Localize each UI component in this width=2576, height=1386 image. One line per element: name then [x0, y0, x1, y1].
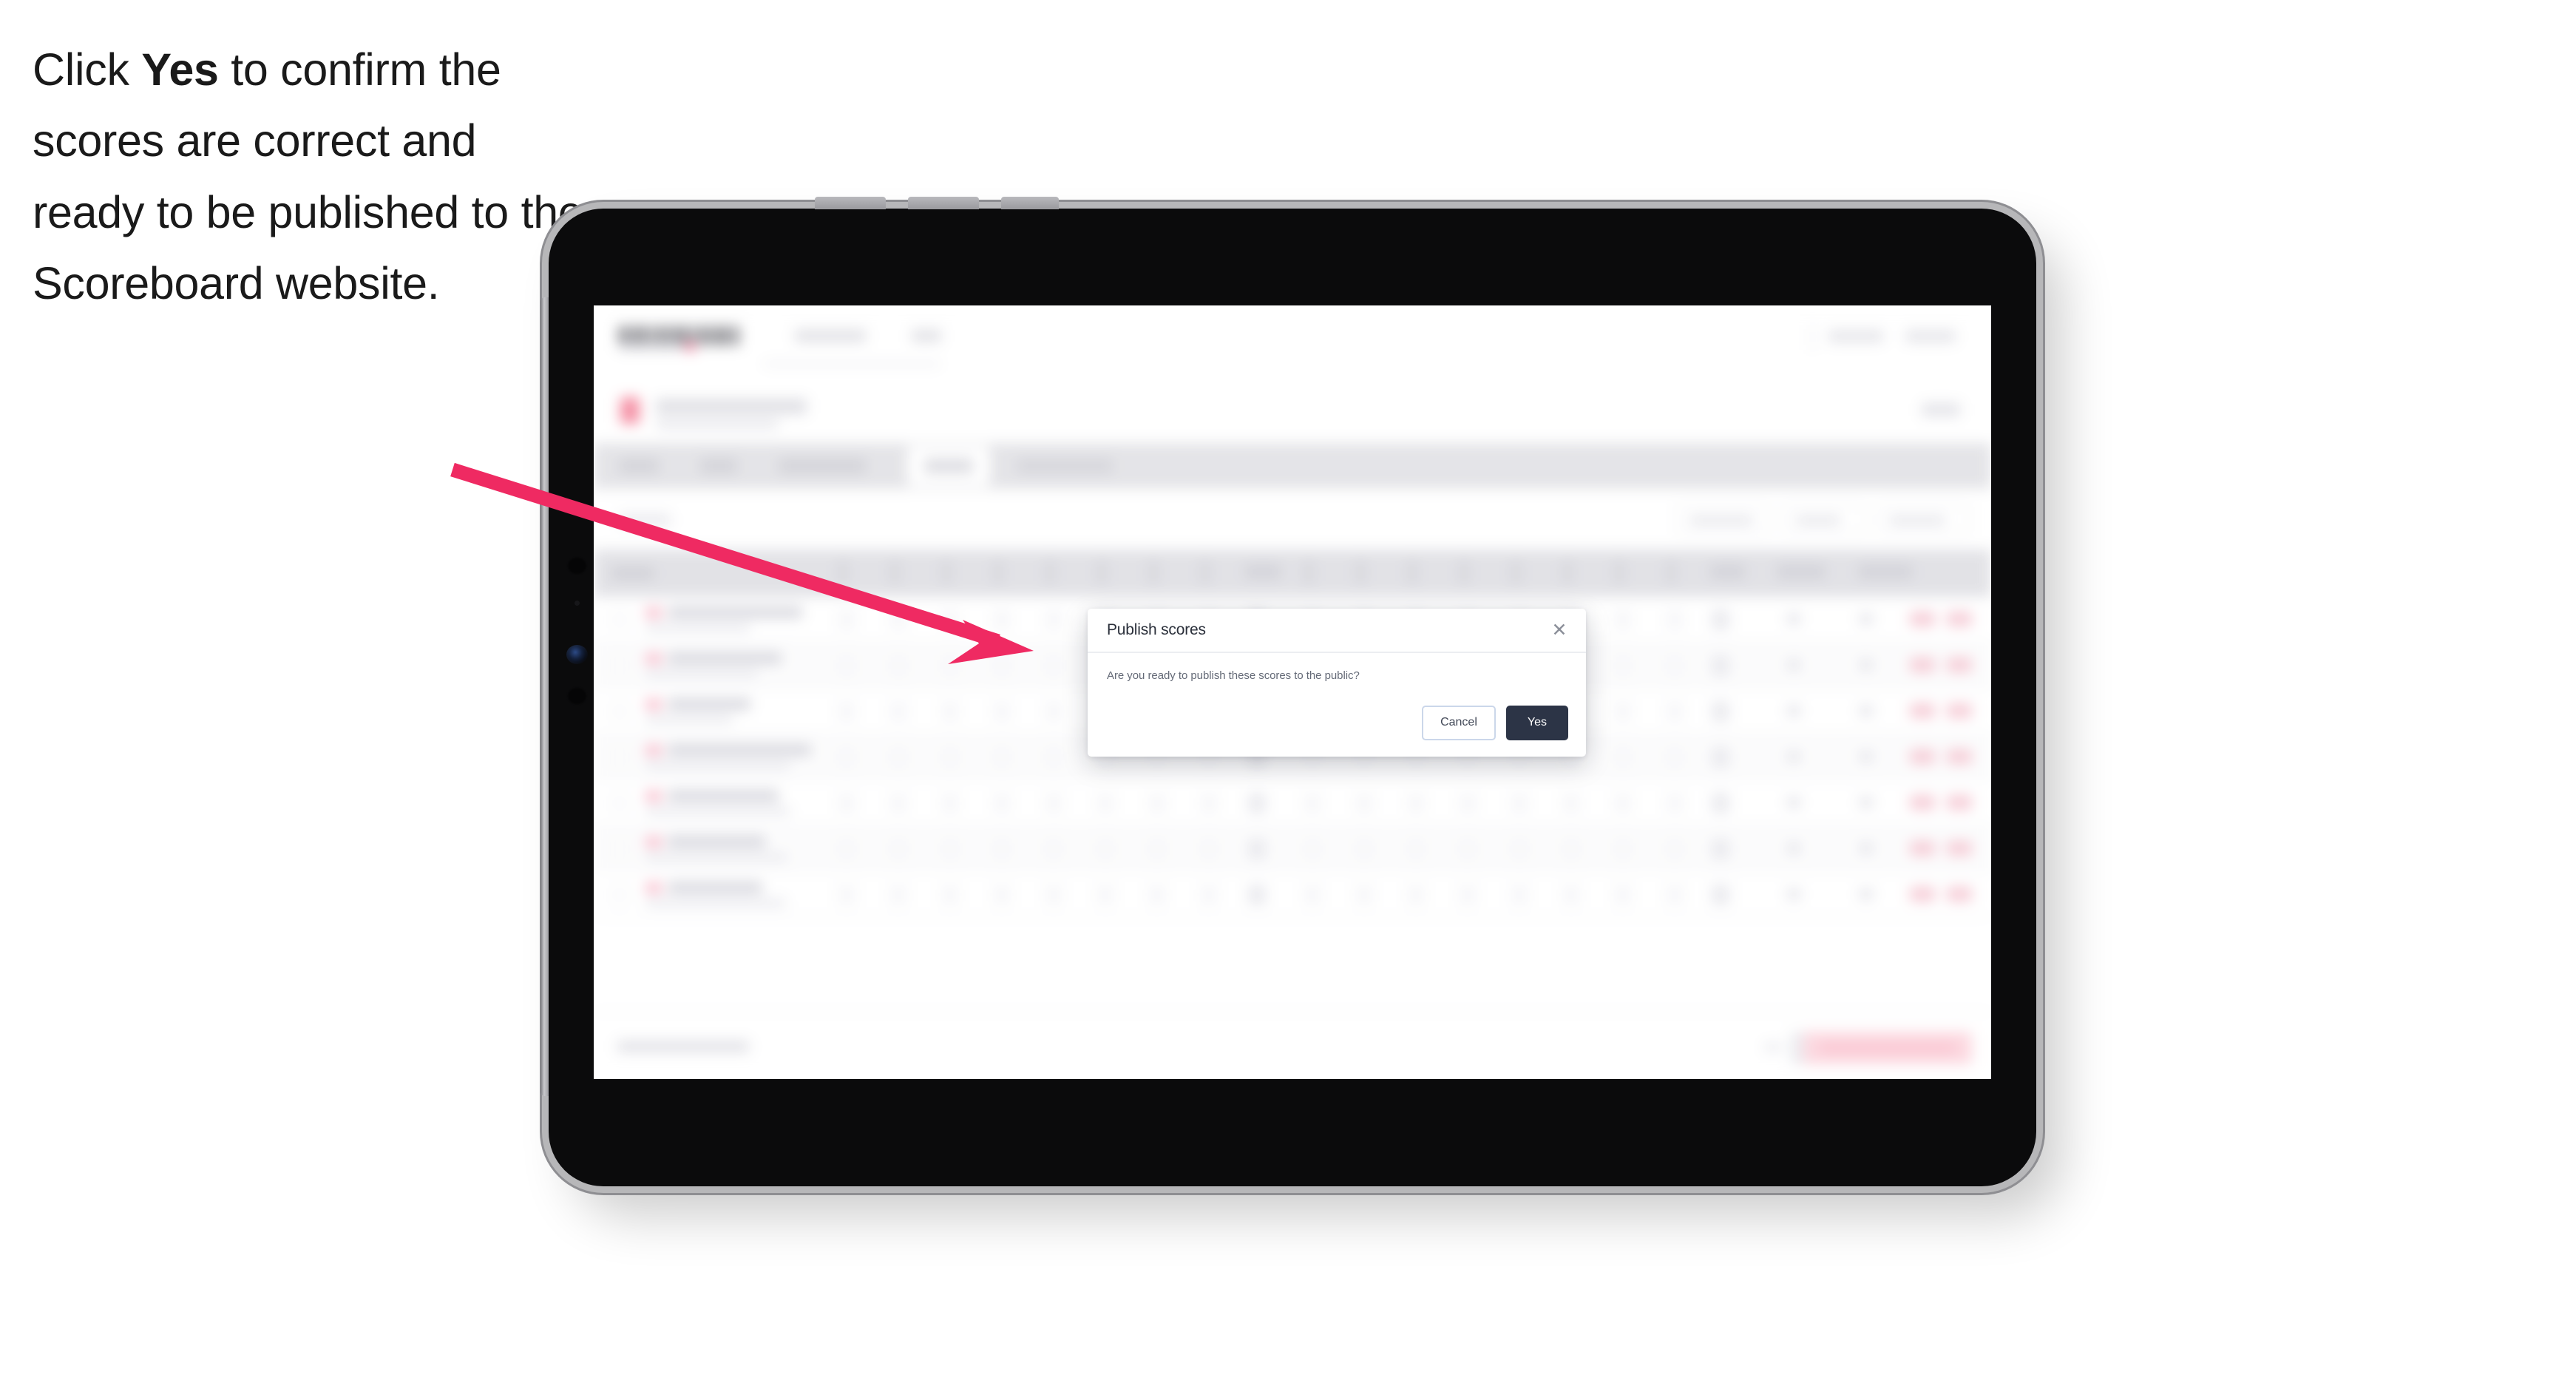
- dialog-title: Publish scores: [1107, 621, 1206, 638]
- front-camera-icon: [566, 645, 588, 664]
- microphone-icon: [574, 601, 580, 606]
- close-icon[interactable]: ✕: [1548, 618, 1571, 642]
- device-left-rail: [540, 297, 549, 1096]
- instruction-text: Click Yes to confirm the scores are corr…: [33, 34, 594, 320]
- dialog-actions: Cancel Yes: [1422, 706, 1568, 740]
- screenshot-canvas: Click Yes to confirm the scores are corr…: [0, 0, 2576, 1386]
- device-top-button-a[interactable]: [815, 197, 886, 209]
- publish-scores-dialog: Publish scores ✕ Are you ready to publis…: [1088, 609, 1586, 757]
- camera-cluster: [564, 556, 589, 748]
- dialog-body: Are you ready to publish these scores to…: [1088, 653, 1586, 682]
- cancel-button[interactable]: Cancel: [1422, 706, 1496, 740]
- tablet-device: Publish scores ✕ Are you ready to publis…: [540, 197, 2036, 1186]
- device-top-button-c[interactable]: [1001, 197, 1059, 209]
- confirm-yes-button[interactable]: Yes: [1505, 706, 1568, 740]
- sensor-icon: [566, 686, 588, 706]
- camera-lens-icon: [566, 556, 588, 575]
- instruction-before: Click: [33, 44, 142, 95]
- tablet-screen: Publish scores ✕ Are you ready to publis…: [594, 305, 1991, 1079]
- dialog-message: Are you ready to publish these scores to…: [1107, 669, 1360, 682]
- dialog-header: Publish scores ✕: [1088, 609, 1586, 653]
- device-top-button-b[interactable]: [908, 197, 979, 209]
- instruction-emphasis: Yes: [141, 44, 219, 95]
